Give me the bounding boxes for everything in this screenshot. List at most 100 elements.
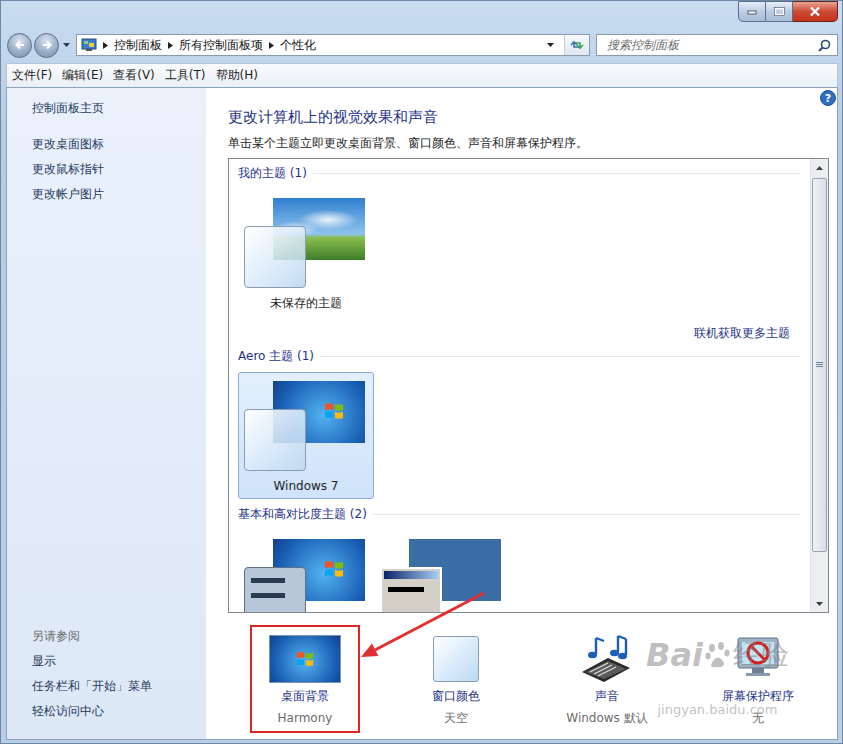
navigation-bar: 控制面板 所有控制面板项 个性化 搜索控制面板 (1, 30, 842, 60)
menu-item[interactable]: 查看(V) (108, 67, 160, 84)
setting-label[interactable]: 屏幕保护程序 (722, 688, 794, 704)
scroll-down-button[interactable] (811, 595, 828, 612)
search-icon (818, 39, 831, 52)
theme-item[interactable]: Windows 7 (238, 372, 374, 499)
sidebar-item[interactable]: 更改鼠标指针 (32, 161, 198, 177)
setting-value: Windows 默认 (566, 710, 647, 726)
theme-item[interactable] (238, 530, 374, 612)
see-also-item[interactable]: 轻松访问中心 (32, 703, 198, 719)
menu-item[interactable]: 文件(F) (7, 67, 57, 84)
setting-item[interactable]: 声音 Windows 默认 (552, 625, 662, 733)
maximize-button[interactable] (766, 1, 793, 22)
setting-item[interactable]: 桌面背景 Harmony (250, 625, 360, 733)
task-links: 控制面板主页更改桌面图标更改鼠标指针更改帐户图片 (32, 100, 198, 202)
help-icon[interactable]: ? (820, 90, 836, 106)
theme-group-header: 我的主题 (1) (238, 165, 800, 181)
theme-group (238, 530, 800, 612)
breadcrumb-arrow-icon[interactable] (269, 42, 274, 49)
watermark: Bai 经验 jingyan.baidu.com (646, 635, 789, 719)
theme-item[interactable]: 未保存的主题 (238, 189, 374, 316)
watermark-brand: Bai (646, 635, 703, 675)
breadcrumb-item[interactable]: 个性化 (280, 37, 316, 54)
setting-item[interactable]: 窗口颜色 天空 (401, 625, 511, 733)
breadcrumb-arrow-icon[interactable] (168, 42, 173, 49)
see-also-item[interactable]: 任务栏和「开始」菜单 (32, 678, 198, 694)
scroll-up-button[interactable] (811, 159, 828, 176)
setting-icon-box (269, 633, 341, 685)
scroll-thumb[interactable] (812, 178, 827, 552)
svg-text:?: ? (825, 92, 831, 105)
theme-group: 未保存的主题 (238, 189, 800, 316)
search-field[interactable]: 搜索控制面板 (596, 34, 838, 56)
theme-thumbnail (243, 381, 369, 473)
address-bar[interactable]: 控制面板 所有控制面板项 个性化 (76, 34, 590, 56)
theme-list: 我的主题 (1) 未保存的主题 联机获取更多主题Aero 主题 (1) Wind… (228, 158, 829, 613)
search-placeholder: 搜索控制面板 (607, 37, 679, 54)
setting-icon-box (578, 633, 636, 685)
close-button[interactable] (793, 1, 838, 22)
scrollbar[interactable] (810, 159, 828, 612)
window-color-icon (433, 636, 479, 682)
window-preview (244, 567, 306, 612)
window: 控制面板 所有控制面板项 个性化 搜索控制面板 文件(F)编辑(E)查看(V)工… (0, 0, 843, 744)
control-panel-icon (81, 38, 97, 52)
window-preview (380, 567, 442, 612)
theme-item[interactable] (374, 530, 510, 612)
windows-logo-icon (296, 650, 314, 668)
window-color-preview (244, 409, 306, 471)
refresh-button[interactable] (564, 35, 589, 55)
setting-label[interactable]: 窗口颜色 (432, 688, 480, 704)
breadcrumb-arrow-icon[interactable] (103, 42, 108, 49)
online-themes-link[interactable]: 联机获取更多主题 (694, 325, 790, 341)
window-color-preview (244, 226, 306, 288)
theme-thumbnail (243, 539, 369, 612)
watermark-brand-cn: 经验 (733, 635, 789, 675)
theme-list-content: 我的主题 (1) 未保存的主题 联机获取更多主题Aero 主题 (1) Wind… (229, 159, 810, 612)
breadcrumb-item[interactable]: 所有控制面板项 (179, 37, 263, 54)
theme-thumbnail (379, 539, 505, 612)
close-icon (809, 6, 821, 17)
minimize-icon (747, 9, 757, 15)
address-dropdown[interactable] (542, 35, 558, 55)
see-also-item[interactable]: 显示 (32, 653, 198, 669)
scroll-track[interactable] (811, 176, 828, 595)
forward-button[interactable] (34, 33, 59, 58)
setting-value: 无 (752, 710, 764, 726)
settings-bar: 桌面背景 Harmony 窗口颜色 天空 声音 Windows 默认 屏幕保护程… (228, 625, 829, 733)
refresh-icon (569, 39, 585, 51)
menu-item[interactable]: 帮助(H) (211, 67, 263, 84)
scroll-up-icon (816, 166, 823, 170)
desktop-background-icon (269, 635, 341, 683)
back-button[interactable] (7, 33, 32, 58)
main-area: 控制面板主页更改桌面图标更改鼠标指针更改帐户图片 另请参阅 显示任务栏和「开始」… (6, 87, 838, 740)
back-arrow-icon (14, 39, 26, 51)
menu-item[interactable]: 工具(T) (160, 67, 211, 84)
window-controls (738, 1, 838, 21)
breadcrumb-item[interactable]: 控制面板 (114, 37, 162, 54)
history-dropdown-icon[interactable] (63, 43, 70, 47)
setting-item[interactable]: 屏幕保护程序 无 (703, 625, 813, 733)
nav-buttons (7, 33, 70, 58)
grip-icon (816, 362, 823, 368)
setting-label[interactable]: 声音 (595, 688, 619, 704)
see-also: 另请参阅 显示任务栏和「开始」菜单轻松访问中心 (32, 628, 198, 719)
screensaver-icon (732, 634, 784, 684)
setting-value: 天空 (444, 710, 468, 726)
minimize-button[interactable] (738, 1, 766, 22)
page-title: 更改计算机上的视觉效果和声音 (228, 107, 829, 127)
sidebar-item[interactable]: 更改桌面图标 (32, 136, 198, 152)
sidebar-item[interactable]: 控制面板主页 (32, 100, 198, 116)
theme-group-title: 基本和高对比度主题 (2) (238, 506, 367, 522)
windows-logo-icon (324, 559, 344, 579)
see-also-title: 另请参阅 (32, 628, 198, 644)
content: ? 更改计算机上的视觉效果和声音 单击某个主题立即更改桌面背景、窗口颜色、声音和… (206, 88, 837, 739)
theme-name: 未保存的主题 (239, 295, 373, 311)
theme-group: Windows 7 (238, 372, 800, 499)
menu-item[interactable]: 编辑(E) (57, 67, 108, 84)
sidebar-item[interactable]: 更改帐户图片 (32, 186, 198, 202)
online-themes-row: 联机获取更多主题 (238, 325, 800, 341)
paw-icon (705, 641, 731, 669)
setting-label[interactable]: 桌面背景 (281, 688, 329, 704)
setting-value: Harmony (278, 710, 333, 726)
scroll-down-icon (816, 602, 823, 606)
